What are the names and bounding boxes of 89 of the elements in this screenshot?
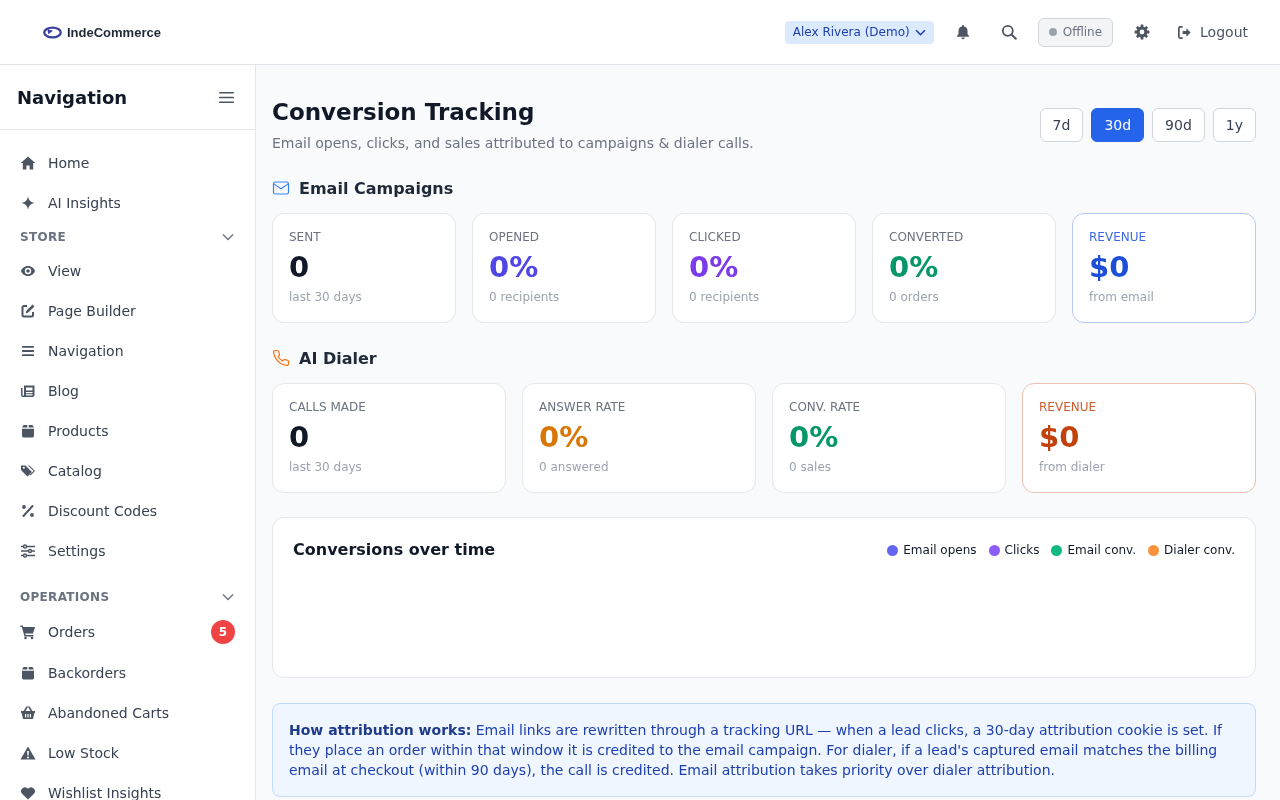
box-icon	[20, 423, 36, 439]
section-title: AI Dialer	[299, 348, 377, 368]
stat-value: 0	[289, 249, 310, 285]
nav-item[interactable]: AI Insights	[0, 183, 255, 223]
stat-note: last 30 days	[289, 289, 362, 305]
box-icon	[20, 665, 36, 681]
chart-title: Conversions over time	[293, 539, 496, 561]
page-subtitle: Email opens, clicks, and sales attributed to campaigns & dialer calls.	[272, 134, 754, 153]
stat-note: 0 recipients	[689, 289, 760, 305]
list-icon	[20, 343, 36, 359]
stat-note: 0 sales	[789, 459, 832, 475]
legend-label: Clicks	[1004, 543, 1040, 557]
range-tab[interactable]: 1y	[1212, 108, 1256, 142]
nav-item[interactable]: Products	[0, 411, 255, 451]
connection-status: Offline	[1037, 17, 1114, 47]
basket-icon	[20, 705, 36, 721]
section-toggle[interactable]: OPERATIONS	[0, 583, 255, 611]
stat-value: 0	[289, 419, 310, 455]
stat-value: 0%	[789, 419, 839, 455]
logout-icon	[1177, 24, 1193, 40]
stat-value: 0%	[889, 249, 939, 285]
stat-label: OPENED	[489, 229, 540, 245]
sidebar-title: Navigation	[17, 86, 128, 108]
nav-item[interactable]: Abandoned Carts	[0, 693, 255, 733]
cart-icon	[20, 624, 36, 640]
section-toggle[interactable]: STORE	[0, 223, 255, 251]
range-tab[interactable]: 7d	[1039, 108, 1084, 142]
stat-label: CONV. RATE	[789, 399, 861, 415]
nav-item[interactable]: Discount Codes	[0, 491, 255, 531]
chevron-down-icon	[914, 28, 926, 36]
stat-value: $0	[1039, 419, 1080, 455]
nav-item[interactable]: Wishlist Insights	[0, 773, 255, 800]
user-menu-button[interactable]: Alex Rivera (Demo)	[784, 20, 934, 44]
section-title: Email Campaigns	[299, 178, 454, 198]
nav-item[interactable]: Catalog	[0, 451, 255, 491]
stat-label: CONVERTED	[889, 229, 964, 245]
nav-item[interactable]: Page Builder	[0, 291, 255, 331]
stat-label: ANSWER RATE	[539, 399, 626, 415]
nav-item[interactable]: Home	[0, 143, 255, 183]
stat-value: 0%	[689, 249, 739, 285]
stat-note: 0 answered	[539, 459, 609, 475]
settings-icon	[1134, 24, 1151, 40]
legend-label: Dialer conv.	[1164, 543, 1235, 557]
info-text: How attribution works: Email links are rewritten through a tracking URL — when a lead clicks, a 30-day attribution cookie is set. If they place an order within that window it is credited to the email campaign. For dialer, if a lead's captured email matches the billing email at checkout (within 90 days), the call is credited. Email attribution takes priority over dialer attribution.	[289, 721, 1224, 780]
nav-item[interactable]: Blog	[0, 371, 255, 411]
tags-icon	[20, 463, 36, 479]
page-title: Conversion Tracking	[272, 98, 536, 127]
stat-note: last 30 days	[289, 459, 362, 475]
nav-item[interactable]: Settings	[0, 531, 255, 571]
warning-icon	[20, 745, 36, 761]
nav-item[interactable]: Low Stock	[0, 733, 255, 773]
stat-note: 0 recipients	[489, 289, 560, 305]
logout-button[interactable]: Logout	[1171, 18, 1254, 46]
nav-item[interactable]: View	[0, 251, 255, 291]
stat-value: 0%	[539, 419, 589, 455]
logo-icon	[43, 25, 62, 39]
stat-label: REVENUE	[1039, 399, 1097, 415]
bell-icon	[954, 24, 971, 40]
brand-name: IndeCommerce	[67, 24, 161, 40]
stat-value: $0	[1089, 249, 1130, 285]
sliders-icon	[20, 543, 36, 559]
stat-value: 0%	[489, 249, 539, 285]
phone-icon	[272, 349, 290, 367]
legend-label: Email opens	[903, 543, 977, 557]
search-icon	[1000, 24, 1017, 40]
mail-icon	[272, 179, 290, 197]
stat-label: SENT	[289, 229, 321, 245]
stat-label: CALLS MADE	[289, 399, 366, 415]
count-badge: 5	[211, 620, 235, 644]
menu-toggle-button[interactable]	[218, 89, 234, 105]
nav-item[interactable]: Backorders	[0, 653, 255, 693]
sparkle-icon	[20, 195, 36, 211]
eye-icon	[20, 263, 36, 279]
menu-icon	[218, 90, 234, 104]
legend-label: Email conv.	[1067, 543, 1137, 557]
nav-item[interactable]: Orders 5	[0, 611, 255, 653]
newspaper-icon	[20, 383, 36, 399]
stat-note: from email	[1089, 289, 1154, 305]
stat-label: CLICKED	[689, 229, 741, 245]
nav-item[interactable]: Navigation	[0, 331, 255, 371]
range-tab[interactable]: 90d	[1152, 108, 1205, 142]
percent-icon	[20, 503, 36, 519]
stat-note: 0 orders	[889, 289, 939, 305]
edit-icon	[20, 303, 36, 319]
range-tab[interactable]: 30d	[1091, 108, 1145, 142]
stat-label: REVENUE	[1089, 229, 1147, 245]
home-icon	[20, 155, 36, 171]
heart-icon	[20, 785, 36, 800]
stat-note: from dialer	[1039, 459, 1105, 475]
